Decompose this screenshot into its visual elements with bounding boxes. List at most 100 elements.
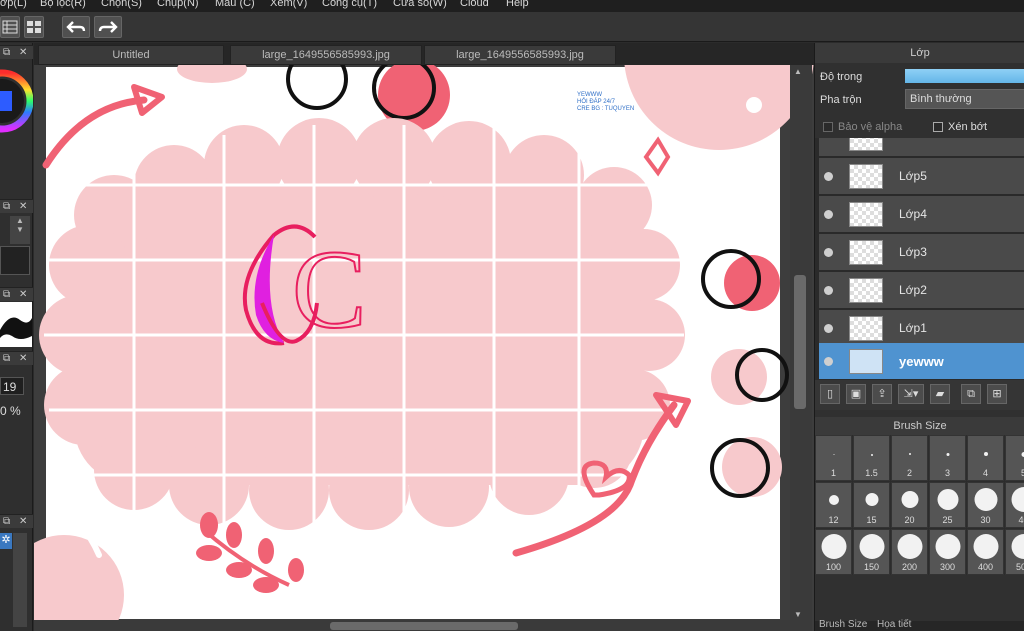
canvas-area[interactable]: C YEWWW HỎI ĐÁP 24/7 CRE BG : TUQUYEN: [34, 65, 814, 631]
layer-panel-title: Lớp: [815, 43, 1024, 63]
eye-icon[interactable]: [824, 286, 833, 295]
brush-size-cell[interactable]: 40: [1005, 482, 1024, 528]
menu-cloud[interactable]: Cloud: [460, 0, 489, 9]
canvas-letter: C: [292, 228, 367, 352]
close-icon[interactable]: ✕: [19, 289, 27, 300]
menu-bar: ớp(L) Bộ lọc(R) Chọn(S) Chụp(N) Màu (C) …: [0, 0, 1024, 12]
brush-size-cell[interactable]: 5: [1005, 435, 1024, 481]
clipping-checkbox[interactable]: Xén bớt: [933, 121, 987, 133]
brush-shape-header: ⧉ ✕: [0, 287, 33, 301]
redo-button[interactable]: [94, 16, 122, 38]
menu-help[interactable]: Help: [506, 0, 529, 9]
protect-alpha-checkbox[interactable]: Bảo vệ alpha: [823, 121, 902, 133]
close-icon[interactable]: ✕: [19, 47, 27, 58]
layer-name: Lớp1: [899, 321, 927, 335]
brush-size-cell[interactable]: 1: [815, 435, 852, 481]
tab-large-image-1[interactable]: large_1649556585993.jpg: [230, 45, 422, 65]
menu-view[interactable]: Xem(V): [270, 0, 307, 9]
spin-down-icon: ▼: [16, 225, 24, 234]
menu-tools[interactable]: Công cụ(T): [322, 0, 377, 9]
layer-row-selected[interactable]: yewww: [819, 343, 1024, 380]
menu-filter[interactable]: Bộ lọc(R): [40, 0, 86, 9]
brush-size-cell[interactable]: 1.5: [853, 435, 890, 481]
grid-toggle-button[interactable]: [24, 16, 44, 38]
menu-color[interactable]: Màu (C): [215, 0, 255, 9]
panel-toggle-button[interactable]: [0, 16, 20, 38]
menu-select[interactable]: Chọn(S): [101, 0, 142, 9]
menu-window[interactable]: Cửa sổ(W): [393, 0, 447, 9]
layer-name: Lớp2: [899, 283, 927, 297]
blend-mode-select[interactable]: Bình thường: [905, 89, 1024, 109]
brush-size-cell[interactable]: 500: [1005, 529, 1024, 575]
layer-row[interactable]: Lớp2: [819, 272, 1024, 309]
horizontal-scrollbar[interactable]: [34, 620, 812, 631]
eye-icon[interactable]: [824, 324, 833, 333]
layer-row[interactable]: Lớp1: [819, 310, 1024, 347]
vertical-scroll-thumb[interactable]: [794, 275, 806, 409]
eye-icon[interactable]: [824, 248, 833, 257]
protect-alpha-label: Bảo vệ alpha: [838, 121, 903, 133]
popout-icon[interactable]: ⧉: [3, 201, 10, 212]
popout-icon[interactable]: ⧉: [3, 516, 10, 527]
layer-row[interactable]: Lớp5: [819, 158, 1024, 195]
tab-brush-size[interactable]: Brush Size: [819, 619, 867, 630]
toolbar: [0, 12, 1024, 42]
new-layer-icon[interactable]: ▯: [820, 384, 840, 404]
blend-label: Pha trộn: [820, 94, 862, 106]
popout-icon[interactable]: ⧉: [3, 289, 10, 300]
layer-thumbnail: [849, 316, 883, 341]
folder-icon[interactable]: ▰: [930, 384, 950, 404]
brush-size-cell[interactable]: 20: [891, 482, 928, 528]
canvas-artwork[interactable]: C YEWWW HỎI ĐÁP 24/7 CRE BG : TUQUYEN: [34, 65, 814, 631]
duplicate-layer-icon[interactable]: ⧉: [961, 384, 981, 404]
brush-size-cell[interactable]: 300: [929, 529, 966, 575]
popout-icon[interactable]: ⧉: [3, 47, 10, 58]
layer-thumbnail: [849, 349, 883, 374]
popout-icon[interactable]: ⧉: [3, 353, 10, 364]
brush-size-cell[interactable]: 12: [815, 482, 852, 528]
eye-icon[interactable]: [824, 172, 833, 181]
close-icon[interactable]: ✕: [19, 516, 27, 527]
brush-size-cell[interactable]: 4: [967, 435, 1004, 481]
grid-icon: [27, 21, 41, 33]
layer-row[interactable]: Lớp3: [819, 234, 1024, 271]
brush-size-cell[interactable]: 3: [929, 435, 966, 481]
brush-spinner[interactable]: ▲ ▼: [10, 216, 30, 244]
close-icon[interactable]: ✕: [19, 353, 27, 364]
menu-layer[interactable]: ớp(L): [0, 0, 27, 9]
menu-capture[interactable]: Chụp(N): [157, 0, 199, 9]
brush-size-field[interactable]: 19: [0, 377, 24, 395]
brush-size-cell[interactable]: 2: [891, 435, 928, 481]
opacity-slider[interactable]: [905, 69, 1024, 83]
close-icon[interactable]: ✕: [19, 201, 27, 212]
add-dropdown-icon[interactable]: ⇲▾: [898, 384, 924, 404]
gear-icon[interactable]: ✲: [0, 533, 12, 549]
eye-icon[interactable]: [824, 357, 833, 366]
scroll-up-icon[interactable]: ▲: [794, 67, 802, 76]
layer-row-partial[interactable]: [819, 138, 1024, 157]
eye-icon[interactable]: [824, 210, 833, 219]
vertical-scrollbar[interactable]: ▲ ▼: [790, 65, 812, 622]
import-layer-icon[interactable]: ⇪: [872, 384, 892, 404]
tab-pattern[interactable]: Họa tiết: [877, 619, 911, 630]
brush-size-cell[interactable]: 400: [967, 529, 1004, 575]
undo-button[interactable]: [62, 16, 90, 38]
brush-size-cell[interactable]: 25: [929, 482, 966, 528]
layer-list: Lớp5 Lớp4 Lớp3 Lớp2 Lớp1 yewww: [815, 138, 1024, 380]
tab-untitled[interactable]: Untitled: [38, 45, 224, 65]
new-halftone-layer-icon[interactable]: ▣: [846, 384, 866, 404]
horizontal-scroll-thumb[interactable]: [330, 622, 518, 630]
brush-size-cell[interactable]: 200: [891, 529, 928, 575]
brush-size-cell[interactable]: 100: [815, 529, 852, 575]
layer-name: Lớp3: [899, 245, 927, 259]
brush-size-cell[interactable]: 30: [967, 482, 1004, 528]
merge-layer-icon[interactable]: ⊞: [987, 384, 1007, 404]
tool-scrollbar[interactable]: [13, 533, 27, 627]
brush-size-cell[interactable]: 150: [853, 529, 890, 575]
color-panel-header: ⧉ ✕: [0, 45, 33, 59]
scroll-down-icon[interactable]: ▼: [794, 610, 802, 619]
brush-size-cell[interactable]: 15: [853, 482, 890, 528]
tab-large-image-2[interactable]: large_1649556585993.jpg: [424, 45, 616, 65]
layer-row[interactable]: Lớp4: [819, 196, 1024, 233]
color-wheel[interactable]: [0, 65, 33, 137]
